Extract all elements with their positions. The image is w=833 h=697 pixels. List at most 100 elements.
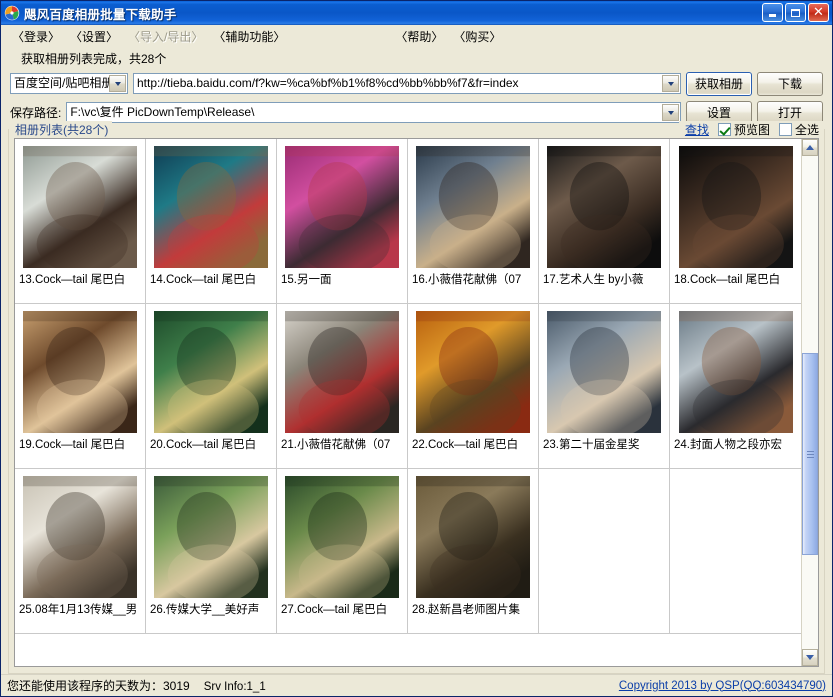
- save-path-input[interactable]: F:\vc\复件 PicDownTemp\Release\: [66, 102, 681, 123]
- remaining-days-text: 您还能使用该程序的天数为：3019: [7, 679, 190, 693]
- maximize-button[interactable]: [785, 3, 806, 22]
- operation-status-text: 获取相册列表完成，共28个: [1, 47, 832, 69]
- download-button[interactable]: 下载: [757, 71, 823, 96]
- album-caption: 19.Cock—tail 尾巴白: [19, 439, 126, 451]
- album-caption: 17.艺术人生 by小薇: [543, 274, 644, 286]
- select-all-checkbox-label: 全选: [794, 122, 819, 137]
- chevron-down-icon[interactable]: [109, 75, 126, 92]
- scrollbar-track[interactable]: [802, 156, 818, 649]
- album-cell[interactable]: 17.艺术人生 by小薇: [539, 139, 670, 304]
- album-thumbnail[interactable]: [154, 311, 268, 433]
- album-cell[interactable]: 19.Cock—tail 尾巴白: [15, 304, 146, 469]
- album-cell[interactable]: 24.封面人物之段亦宏: [670, 304, 801, 469]
- album-caption: 13.Cock—tail 尾巴白: [19, 274, 126, 286]
- album-thumbnail[interactable]: [547, 311, 661, 433]
- chevron-down-icon: [806, 655, 814, 660]
- album-thumbnail[interactable]: [154, 146, 268, 268]
- server-info-text: Srv Info:1_1: [203, 681, 266, 693]
- album-cell-empty: [539, 469, 670, 634]
- menu-item-settings[interactable]: 〈设置〉: [65, 26, 123, 47]
- preview-checkbox[interactable]: 预览图: [717, 121, 770, 138]
- album-cell[interactable]: 26.传媒大学__美好声: [146, 469, 277, 634]
- album-thumbnail[interactable]: [23, 311, 137, 433]
- album-thumbnail[interactable]: [23, 146, 137, 268]
- minimize-icon: [769, 14, 776, 17]
- album-cell[interactable]: 13.Cock—tail 尾巴白: [15, 139, 146, 304]
- close-button[interactable]: ✕: [808, 3, 829, 22]
- chevron-down-icon[interactable]: [662, 104, 679, 121]
- scroll-up-button[interactable]: [802, 139, 818, 156]
- album-list-group: 相册列表(共28个) 查找 预览图 全选 13.Cock—tail 尾巴白 14.…: [8, 120, 825, 674]
- album-caption: 20.Cock—tail 尾巴白: [150, 439, 257, 451]
- album-thumbnail[interactable]: [285, 311, 399, 433]
- album-cell[interactable]: 18.Cock—tail 尾巴白: [670, 139, 801, 304]
- scroll-down-button[interactable]: [802, 649, 818, 666]
- album-thumbnail[interactable]: [416, 476, 530, 598]
- chevron-down-icon[interactable]: [662, 75, 679, 92]
- album-caption: 26.传媒大学__美好声: [150, 604, 260, 616]
- album-cell-empty: [670, 469, 801, 634]
- album-cell[interactable]: 28.赵新昌老师图片集: [408, 469, 539, 634]
- url-input[interactable]: http://tieba.baidu.com/f?kw=%ca%bf%b1%f8…: [133, 73, 681, 94]
- copyright-link[interactable]: Copyright 2013 by QSP(QQ:603434790): [619, 680, 826, 692]
- get-album-button[interactable]: 获取相册: [686, 71, 752, 96]
- source-select[interactable]: 百度空间/贴吧相册: [10, 73, 128, 94]
- scrollbar-thumb[interactable]: [802, 353, 818, 556]
- menu-item-help[interactable]: 〈帮助〉: [390, 26, 448, 47]
- album-list-title: 相册列表(共28个): [9, 120, 113, 138]
- album-cell[interactable]: 20.Cock—tail 尾巴白: [146, 304, 277, 469]
- album-caption: 28.赵新昌老师图片集: [412, 604, 520, 616]
- select-all-checkbox[interactable]: 全选: [778, 121, 819, 138]
- close-icon: ✕: [813, 4, 824, 20]
- album-grid-viewport: 13.Cock—tail 尾巴白 14.Cock—tail 尾巴白 15.另一面 16…: [15, 139, 801, 666]
- title-bar: 飓风百度相册批量下载助手 ✕: [1, 1, 832, 25]
- album-caption: 22.Cock—tail 尾巴白: [412, 439, 519, 451]
- album-caption: 23.第二十届金星奖: [543, 439, 640, 451]
- album-thumbnail[interactable]: [678, 311, 793, 433]
- album-caption: 15.另一面: [281, 274, 332, 286]
- maximize-icon: [791, 8, 800, 17]
- album-thumbnail[interactable]: [23, 476, 137, 598]
- album-cell[interactable]: 27.Cock—tail 尾巴白: [277, 469, 408, 634]
- window-title: 飓风百度相册批量下载助手: [24, 7, 177, 22]
- app-flower-icon: [4, 5, 20, 21]
- album-caption: 27.Cock—tail 尾巴白: [281, 604, 388, 616]
- menu-bar: 〈登录〉 〈设置〉 〈导入/导出〉 〈辅助功能〉 〈帮助〉 〈购买〉: [1, 25, 832, 47]
- album-cell[interactable]: 25.08年1月13传媒__男: [15, 469, 146, 634]
- album-cell[interactable]: 23.第二十届金星奖: [539, 304, 670, 469]
- app-window: 飓风百度相册批量下载助手 ✕ 〈登录〉 〈设置〉 〈导入/导出〉 〈辅助功能〉 …: [0, 0, 833, 697]
- menu-item-login[interactable]: 〈登录〉: [7, 26, 65, 47]
- album-grid: 13.Cock—tail 尾巴白 14.Cock—tail 尾巴白 15.另一面 16…: [15, 139, 801, 634]
- window-controls: ✕: [762, 3, 829, 22]
- album-caption: 25.08年1月13传媒__男: [19, 604, 138, 616]
- album-grid-shell: 13.Cock—tail 尾巴白 14.Cock—tail 尾巴白 15.另一面 16…: [14, 138, 819, 667]
- album-thumbnail[interactable]: [547, 146, 661, 268]
- album-thumbnail[interactable]: [285, 146, 399, 268]
- album-thumbnail[interactable]: [154, 476, 268, 598]
- find-link[interactable]: 查找: [685, 121, 709, 138]
- menu-item-aux-functions[interactable]: 〈辅助功能〉: [208, 26, 290, 47]
- album-cell[interactable]: 21.小薇借花献佛（07: [277, 304, 408, 469]
- album-cell[interactable]: 15.另一面: [277, 139, 408, 304]
- status-bar-left: 您还能使用该程序的天数为：3019 Srv Info:1_1: [7, 677, 266, 694]
- checkbox-icon[interactable]: [717, 122, 731, 136]
- album-cell[interactable]: 14.Cock—tail 尾巴白: [146, 139, 277, 304]
- album-thumbnail[interactable]: [678, 146, 793, 268]
- album-cell[interactable]: 16.小薇借花献佛（07: [408, 139, 539, 304]
- minimize-button[interactable]: [762, 3, 783, 22]
- album-thumbnail[interactable]: [285, 476, 399, 598]
- album-thumbnail[interactable]: [416, 311, 530, 433]
- album-caption: 16.小薇借花献佛（07: [412, 274, 522, 286]
- save-path-value: F:\vc\复件 PicDownTemp\Release\: [70, 105, 255, 119]
- url-input-value: http://tieba.baidu.com/f?kw=%ca%bf%b1%f8…: [137, 76, 519, 90]
- album-list-tools: 查找 预览图 全选: [678, 120, 824, 138]
- album-caption: 14.Cock—tail 尾巴白: [150, 274, 257, 286]
- grip-icon: [806, 449, 814, 460]
- album-caption: 18.Cock—tail 尾巴白: [674, 274, 781, 286]
- path-label: 保存路径:: [10, 106, 62, 120]
- album-vertical-scrollbar[interactable]: [801, 139, 818, 666]
- checkbox-icon[interactable]: [778, 122, 792, 136]
- album-thumbnail[interactable]: [416, 146, 530, 268]
- album-cell[interactable]: 22.Cock—tail 尾巴白: [408, 304, 539, 469]
- menu-item-buy[interactable]: 〈购买〉: [448, 26, 506, 47]
